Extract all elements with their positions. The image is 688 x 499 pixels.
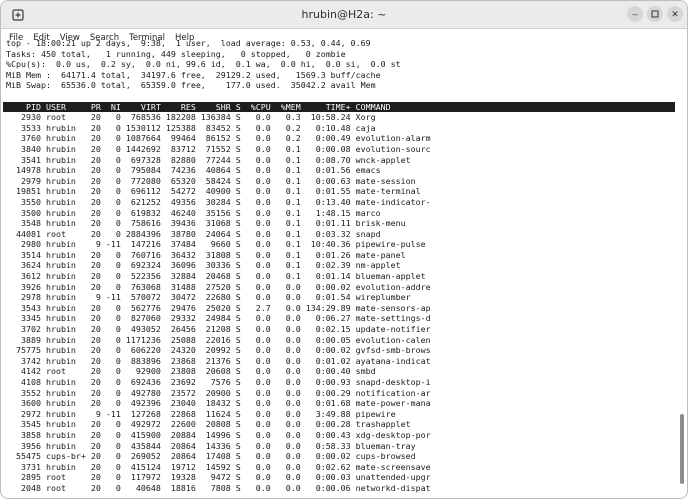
maximize-button[interactable] bbox=[647, 6, 663, 22]
summary-mem: MiB Mem : 64171.4 total, 34197.6 free, 2… bbox=[6, 69, 381, 80]
scrollbar[interactable] bbox=[680, 414, 684, 484]
process-row: 3545 hrubin 20 0 492972 22600 20808 S 0.… bbox=[6, 419, 411, 430]
process-row: 2978 hrubin 9 -11 570072 30472 22680 S 0… bbox=[6, 292, 411, 303]
close-icon: ✕ bbox=[671, 8, 679, 19]
process-row: 14978 hrubin 20 0 795084 74236 40864 S 0… bbox=[6, 165, 381, 176]
process-row: 2930 root 20 0 768536 182208 136384 S 0.… bbox=[6, 112, 376, 123]
process-row: 2972 hrubin 9 -11 127268 22868 11624 S 0… bbox=[6, 408, 396, 419]
process-row: 3624 hrubin 20 0 692324 36096 30336 S 0.… bbox=[6, 260, 401, 271]
process-list: 2930 root 20 0 768536 182208 136384 S 0.… bbox=[6, 112, 678, 493]
minimize-icon: – bbox=[632, 8, 638, 19]
process-row: 2979 hrubin 20 0 772080 65320 58424 S 0.… bbox=[6, 175, 416, 186]
process-row: 3702 hrubin 20 0 493052 26456 21208 S 0.… bbox=[6, 324, 431, 335]
summary-cpu: %Cpu(s): 0.0 us, 0.2 sy, 0.0 ni, 99.6 id… bbox=[6, 59, 401, 70]
process-row: 3543 hrubin 20 0 562776 29476 25020 S 2.… bbox=[6, 302, 431, 313]
process-row: 3742 hrubin 20 0 883896 23868 21376 S 0.… bbox=[6, 355, 431, 366]
process-row: 3760 hrubin 20 0 1087664 99464 86152 S 0… bbox=[6, 133, 431, 144]
process-row: 3600 hrubin 20 0 492396 23040 18432 S 0.… bbox=[6, 398, 431, 409]
process-row: 3345 hrubin 20 0 827060 29332 24984 S 0.… bbox=[6, 313, 431, 324]
process-row: 3926 hrubin 20 0 763068 31488 27520 S 0.… bbox=[6, 281, 431, 292]
process-row: 44081 root 20 0 2884396 38780 24064 S 0.… bbox=[6, 228, 381, 239]
title-bar[interactable]: hrubin@H2a: ~ – ✕ bbox=[1, 1, 687, 29]
process-row: 3889 hrubin 20 0 1171236 25088 22016 S 0… bbox=[6, 334, 431, 345]
terminal-window: hrubin@H2a: ~ – ✕ File Edit View Search … bbox=[0, 0, 688, 499]
terminal-output[interactable]: top - 18:00:21 up 2 days, 9:38, 1 user, … bbox=[3, 38, 678, 494]
close-button[interactable]: ✕ bbox=[667, 6, 683, 22]
process-row: 2048 root 20 0 40648 18816 7808 S 0.0 0.… bbox=[6, 482, 431, 493]
process-row: 55475 cups-br+ 20 0 269052 20864 17408 S… bbox=[6, 451, 416, 462]
process-row: 75775 hrubin 20 0 606220 24320 20992 S 0… bbox=[6, 345, 431, 356]
summary-swap: MiB Swap: 65536.0 total, 65359.0 free, 1… bbox=[6, 80, 376, 91]
process-row: 3612 hrubin 20 0 522356 32884 20468 S 0.… bbox=[6, 271, 426, 282]
process-row: 2895 root 20 0 117972 19328 9472 S 0.0 0… bbox=[6, 472, 431, 483]
process-row: 3552 hrubin 20 0 492780 23572 20900 S 0.… bbox=[6, 387, 431, 398]
process-row: 3548 hrubin 20 0 758616 39436 31068 S 0.… bbox=[6, 218, 406, 229]
process-row: 3956 hrubin 20 0 435844 20864 14336 S 0.… bbox=[6, 440, 416, 451]
process-row: 3541 hrubin 20 0 697328 82880 77244 S 0.… bbox=[6, 154, 411, 165]
summary-uptime: top - 18:00:21 up 2 days, 9:38, 1 user, … bbox=[6, 38, 371, 48]
window-title: hrubin@H2a: ~ bbox=[301, 8, 387, 21]
process-row: 3858 hrubin 20 0 415900 20884 14996 S 0.… bbox=[6, 429, 431, 440]
process-row: 4142 root 20 0 92900 23808 20608 S 0.0 0… bbox=[6, 366, 376, 377]
process-row: 3731 hrubin 20 0 415124 19712 14592 S 0.… bbox=[6, 461, 431, 472]
process-row: 19851 hrubin 20 0 696112 54272 40900 S 0… bbox=[6, 186, 421, 197]
process-row: 3533 hrubin 20 0 1530112 125388 83452 S … bbox=[6, 122, 376, 133]
minimize-button[interactable]: – bbox=[627, 6, 643, 22]
process-row: 3550 hrubin 20 0 621252 49356 30284 S 0.… bbox=[6, 196, 431, 207]
maximize-icon bbox=[651, 10, 659, 18]
process-row: 3514 hrubin 20 0 760716 36432 31808 S 0.… bbox=[6, 249, 406, 260]
process-row: 4108 hrubin 20 0 692436 23692 7576 S 0.0… bbox=[6, 377, 431, 387]
column-header: PID USER PR NI VIRT RES SHR S %CPU %MEM … bbox=[3, 101, 675, 113]
process-row: 3840 hrubin 20 0 1442692 83712 71552 S 0… bbox=[6, 143, 431, 154]
process-row: 2980 hrubin 9 -11 147216 37484 9660 S 0.… bbox=[6, 239, 426, 250]
summary-tasks: Tasks: 450 total, 1 running, 449 sleepin… bbox=[6, 48, 346, 59]
process-row: 3500 hrubin 20 0 619832 46240 35156 S 0.… bbox=[6, 207, 381, 218]
